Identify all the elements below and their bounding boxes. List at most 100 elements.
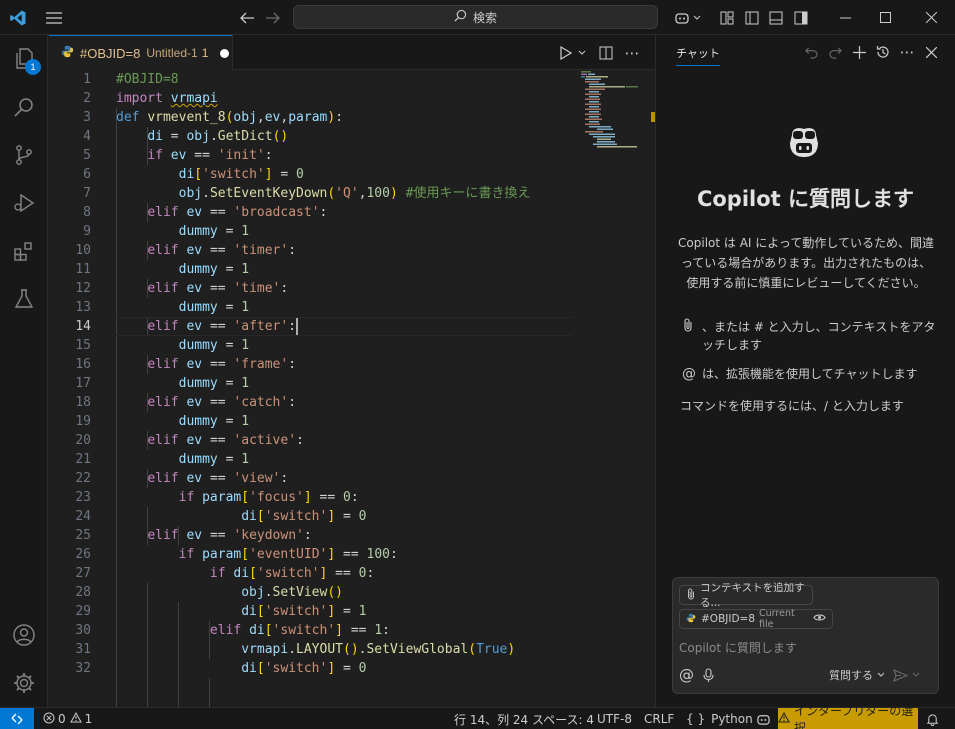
- history-icon[interactable]: [872, 41, 894, 63]
- code-line: 1 #OBJID=8: [83, 72, 179, 87]
- activity-bar: 1: [0, 35, 48, 707]
- code-editor[interactable]: 1 #OBJID=8 2 import vrmapi 3 def vrmevent_8…: [49, 70, 589, 707]
- ask-mode-dropdown[interactable]: 質問する: [829, 665, 885, 685]
- extensions-icon[interactable]: [0, 227, 48, 275]
- close-panel-icon[interactable]: [920, 41, 942, 63]
- title-bar: 検索: [0, 0, 955, 35]
- tab-title: #OBJID=8: [80, 45, 141, 61]
- select-interpreter-button[interactable]: インタープリターの選択: [778, 704, 918, 729]
- code-line: 9 dummy = 1: [83, 224, 250, 239]
- explorer-icon[interactable]: 1: [0, 35, 48, 83]
- search-sidebar-icon[interactable]: [0, 83, 48, 131]
- eol-status[interactable]: CRLF: [644, 708, 674, 729]
- toggle-panel-icon[interactable]: [766, 0, 786, 35]
- chat-title: Copilot に質問します: [696, 187, 915, 211]
- chat-disclaimer: Copilot は AI によって動作しているため、間違っている場合があります。…: [678, 236, 934, 290]
- tip-attach-text: 、または # と入力し、コンテキストをアタッチします: [702, 320, 936, 352]
- code-line: 25 elif ev == 'keydown':: [75, 528, 312, 543]
- close-icon[interactable]: [908, 0, 954, 35]
- forward-arrow-icon[interactable]: [262, 0, 284, 35]
- copilot-logo-icon: [790, 128, 818, 157]
- unsaved-dot-icon[interactable]: [220, 48, 230, 58]
- tab-chat[interactable]: チャット: [676, 45, 720, 66]
- copilot-status-icon[interactable]: [756, 708, 771, 729]
- undo-icon[interactable]: [800, 41, 822, 63]
- eye-icon[interactable]: [813, 613, 826, 625]
- code-line: 8 elif ev == 'broadcast':: [83, 205, 328, 220]
- toggle-primary-sidebar-icon[interactable]: [742, 0, 762, 35]
- menu-icon[interactable]: [42, 0, 66, 35]
- chat-input-placeholder[interactable]: Copilot に質問します: [679, 639, 797, 656]
- copilot-icon[interactable]: [670, 0, 704, 35]
- microphone-icon[interactable]: [703, 665, 714, 685]
- code-line: 30 elif di['switch'] == 1:: [75, 623, 390, 638]
- paperclip-icon: [686, 588, 696, 603]
- tab-problem-count: 1: [201, 46, 209, 60]
- mention-at-icon[interactable]: @: [679, 665, 694, 685]
- code-line: 15 dummy = 1: [75, 338, 250, 353]
- status-bar: 0 1 行 14、列 24 スペース: 4 UTF-8 CRLF { } Pyt…: [0, 704, 955, 729]
- code-line: 31 vrmapi.LAYOUT().SetViewGlobal(True): [75, 642, 516, 657]
- chat-input-box[interactable]: コンテキストを追加する... #OBJID=8 Current file Cop…: [672, 577, 939, 694]
- indentation-status[interactable]: スペース: 4: [532, 708, 594, 729]
- run-dropdown-chevron-icon[interactable]: [576, 35, 588, 70]
- editor-group: #OBJID=8 Untitled-1 1 ⋯ 1 #OBJID=8 2 imp…: [49, 35, 655, 707]
- editor-tab[interactable]: #OBJID=8 Untitled-1 1: [49, 35, 233, 70]
- code-line: 2 import vrmapi: [83, 91, 218, 106]
- python-file-icon: [61, 45, 74, 61]
- code-line: 3 def vrmevent_8(obj,ev,param):: [83, 110, 344, 125]
- maximize-icon[interactable]: [862, 0, 908, 35]
- run-debug-icon[interactable]: [0, 179, 48, 227]
- code-line: 13 dummy = 1: [75, 300, 250, 315]
- testing-icon[interactable]: [0, 275, 48, 323]
- language-label: Python: [711, 712, 753, 726]
- accounts-icon[interactable]: [0, 611, 48, 659]
- more-actions-icon[interactable]: ⋯: [896, 41, 918, 63]
- current-file-name: #OBJID=8: [701, 613, 756, 625]
- braces-icon: { }: [686, 712, 706, 726]
- chat-panel: チャット ⋯ Copilot に質問します Copilot は AI によって動…: [656, 35, 955, 707]
- code-line: 26 if param['eventUID'] == 100:: [75, 547, 398, 562]
- code-line: 12 elif ev == 'time':: [75, 281, 289, 296]
- add-context-button[interactable]: コンテキストを追加する...: [679, 582, 813, 609]
- redo-icon[interactable]: [824, 41, 846, 63]
- new-chat-plus-icon[interactable]: [848, 41, 870, 63]
- code-line: 29 di['switch'] = 1: [75, 604, 367, 619]
- code-line: 20 elif ev == 'active':: [75, 433, 304, 448]
- cursor-position[interactable]: 行 14、列 24: [454, 708, 528, 729]
- chat-header: チャット ⋯: [656, 35, 955, 70]
- language-mode[interactable]: { } Python: [686, 708, 753, 729]
- encoding-status[interactable]: UTF-8: [597, 708, 632, 729]
- code-line: 19 dummy = 1: [75, 414, 250, 429]
- run-python-file-icon[interactable]: [555, 35, 577, 70]
- code-line: 7 obj.SetEventKeyDown('Q',100) #使用キーに書き換…: [83, 186, 531, 201]
- code-line: 10 elif ev == 'timer':: [75, 243, 297, 258]
- customize-layout-icon[interactable]: [717, 0, 737, 35]
- send-icon[interactable]: [893, 665, 920, 685]
- manage-gear-icon[interactable]: [0, 659, 48, 707]
- at-sign-icon: @: [682, 366, 696, 382]
- ask-mode-label: 質問する: [829, 669, 873, 682]
- code-line: 4 di = obj.GetDict(): [83, 129, 289, 144]
- source-control-icon[interactable]: [0, 131, 48, 179]
- toggle-secondary-sidebar-icon[interactable]: [791, 0, 811, 35]
- warning-icon: [778, 711, 790, 726]
- code-line: 17 dummy = 1: [75, 376, 250, 391]
- search-placeholder: 検索: [472, 10, 497, 25]
- remote-indicator-icon[interactable]: [0, 708, 34, 729]
- indent-guide: [209, 678, 210, 707]
- split-editor-icon[interactable]: [595, 35, 617, 70]
- code-line: 23 if param['focus'] == 0:: [75, 490, 359, 505]
- problems-status[interactable]: 0 1: [43, 708, 92, 729]
- current-file-pill[interactable]: #OBJID=8 Current file: [679, 608, 833, 630]
- code-line: 18 elif ev == 'catch':: [75, 395, 297, 410]
- search-input[interactable]: 検索: [293, 5, 658, 29]
- current-file-tag: Current file: [759, 608, 795, 630]
- code-line: 28 obj.SetView(): [75, 585, 343, 600]
- explorer-badge: 1: [25, 59, 41, 75]
- notifications-bell-icon[interactable]: [926, 708, 939, 729]
- code-line: 16 elif ev == 'frame':: [75, 357, 297, 372]
- more-actions-icon[interactable]: ⋯: [621, 35, 643, 70]
- back-arrow-icon[interactable]: [236, 0, 258, 35]
- minimap[interactable]: [580, 70, 642, 150]
